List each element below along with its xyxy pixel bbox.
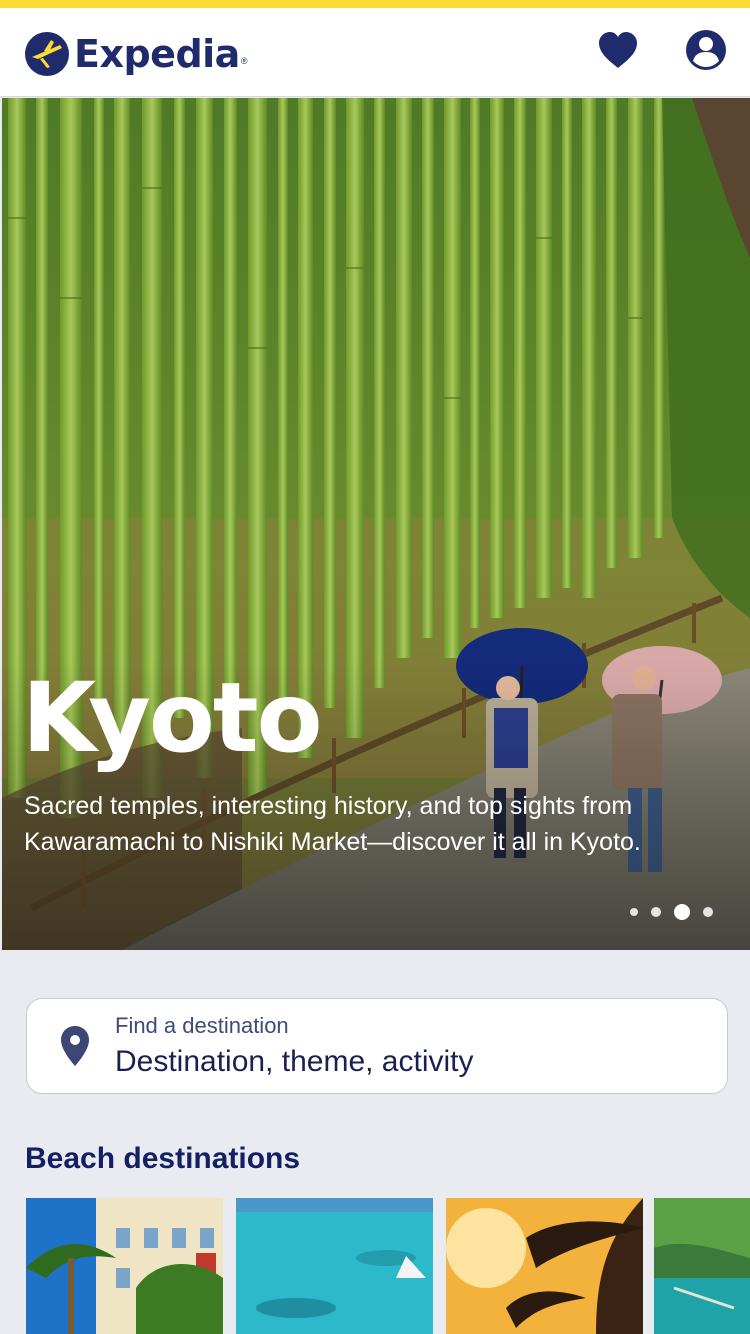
carousel-dot[interactable] <box>630 908 638 916</box>
heart-icon <box>599 32 637 68</box>
sunset-palm-photo <box>446 1198 643 1334</box>
location-pin-icon <box>61 1026 89 1066</box>
destination-search-field[interactable]: Find a destination Destination, theme, a… <box>26 998 728 1094</box>
account-button[interactable] <box>684 28 728 72</box>
destination-card[interactable] <box>26 1198 223 1334</box>
account-icon <box>686 30 726 70</box>
destination-card[interactable] <box>446 1198 643 1334</box>
beach-destinations-heading: Beach destinations <box>25 1142 301 1175</box>
destination-card[interactable] <box>236 1198 433 1334</box>
turquoise-sea-photo <box>236 1198 433 1334</box>
carousel-dot[interactable] <box>703 907 713 917</box>
top-accent-bar <box>0 0 750 8</box>
green-lagoon-photo <box>654 1198 750 1334</box>
hero-title: Kyoto <box>22 662 323 774</box>
registered-mark: ® <box>240 56 248 66</box>
hero-description: Sacred temples, interesting history, and… <box>24 792 641 856</box>
search-input[interactable]: Destination, theme, activity <box>115 1045 474 1079</box>
carousel-indicator <box>630 904 713 920</box>
carousel-dot[interactable] <box>651 907 661 917</box>
favorites-button[interactable] <box>596 28 640 72</box>
destination-card[interactable] <box>654 1198 750 1334</box>
expedia-logo-icon <box>25 32 69 76</box>
miami-hotel-photo <box>26 1198 223 1334</box>
hero-carousel[interactable]: Kyoto Sacred temples, interesting histor… <box>2 98 750 950</box>
brand-name: Expedia <box>74 32 240 76</box>
beach-destinations-carousel[interactable] <box>26 1198 750 1334</box>
expedia-logo[interactable]: Expedia ® <box>24 28 247 80</box>
carousel-dot-active[interactable] <box>674 904 690 920</box>
search-label: Find a destination <box>115 1013 289 1038</box>
app-header: Expedia ® <box>0 8 750 97</box>
